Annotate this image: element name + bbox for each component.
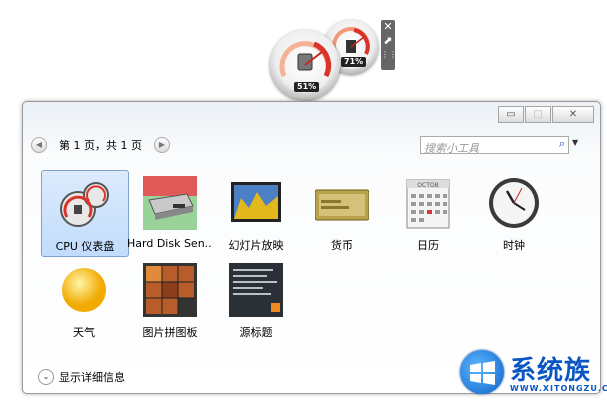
- gadget-label: CPU 仪表盘: [55, 240, 115, 253]
- gadget-label: 日历: [417, 239, 439, 252]
- svg-text:OCTOB: OCTOB: [417, 182, 438, 189]
- watermark-url: WWW.XITONGZU.COM: [510, 384, 607, 393]
- next-page-button[interactable]: ▶: [153, 137, 170, 153]
- gadget-tile-clock[interactable]: 时钟: [471, 170, 557, 255]
- maximize-button[interactable]: □: [525, 106, 551, 123]
- puzzle-icon: [143, 263, 197, 317]
- gadget-tile-puzzle[interactable]: 图片拼图板: [127, 257, 213, 342]
- gadget-label: 天气: [73, 326, 95, 339]
- gadget-tile-slideshow[interactable]: 幻灯片放映: [213, 170, 299, 255]
- show-details-label: 显示详细信息: [59, 371, 125, 384]
- search-icon[interactable]: ⌕: [559, 137, 565, 151]
- slideshow-icon: [231, 182, 281, 222]
- gadget-label: 图片拼图板: [142, 326, 198, 339]
- currency-icon: [315, 189, 369, 221]
- clock-icon: [489, 178, 539, 228]
- page-indicator: 第 1 页，共 1 页: [59, 139, 142, 152]
- search-box[interactable]: ⌕: [420, 136, 569, 156]
- prev-page-button[interactable]: ◀: [31, 137, 47, 153]
- gadget-tile-feed-headlines[interactable]: 源标题: [213, 257, 299, 342]
- search-input[interactable]: [421, 141, 544, 156]
- weather-icon: [62, 268, 106, 312]
- cpu-meter-icon: [60, 182, 109, 227]
- pager: ◀ 第 1 页，共 1 页 ▶: [31, 136, 170, 154]
- feed-headlines-icon: [229, 263, 283, 317]
- gadget-tile-cpu[interactable]: CPU 仪表盘: [41, 170, 129, 257]
- gadget-label: 幻灯片放映: [228, 239, 284, 252]
- gadget-label: Hard Disk Sen...: [127, 237, 213, 250]
- gadget-tile-currency[interactable]: 货币: [299, 170, 385, 255]
- watermark-title: 系统族: [510, 356, 592, 386]
- search-dropdown-button[interactable]: ▼: [572, 138, 578, 147]
- chevron-down-icon[interactable]: ⌄: [38, 369, 54, 385]
- gadget-tile-calendar[interactable]: OCTOB 日历: [385, 170, 471, 255]
- hard-disk-icon: [143, 176, 197, 230]
- gadget-tile-hard-disk[interactable]: Hard Disk Sen...: [127, 170, 213, 255]
- gadget-label: 源标题: [239, 326, 273, 339]
- window-caption-buttons: ▭ □ ✕: [497, 106, 594, 123]
- calendar-icon: OCTOB: [406, 179, 450, 229]
- gadget-tile-weather[interactable]: 天气: [41, 257, 127, 342]
- close-button[interactable]: ✕: [552, 106, 594, 123]
- gadget-label: 时钟: [503, 239, 525, 252]
- windows-logo-icon: [460, 350, 504, 394]
- watermark-logo: 系统族 WWW.XITONGZU.COM: [460, 348, 607, 404]
- minimize-button[interactable]: ▭: [498, 106, 524, 123]
- gadget-label: 货币: [331, 239, 353, 252]
- show-details-toggle[interactable]: ⌄ 显示详细信息: [38, 369, 125, 385]
